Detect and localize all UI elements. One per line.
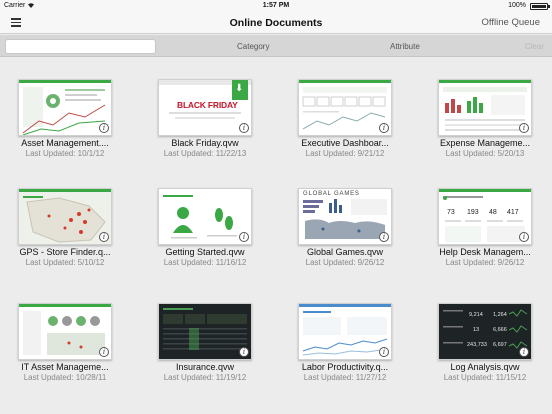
info-icon[interactable]: i xyxy=(519,232,529,242)
document-name: Black Friday.qvw xyxy=(171,138,239,148)
document-last-updated: Last Updated: 5/20/13 xyxy=(445,149,525,158)
info-icon[interactable]: i xyxy=(239,347,249,357)
clock: 1:57 PM xyxy=(262,2,290,9)
document-last-updated: Last Updated: 11/15/12 xyxy=(443,373,527,382)
svg-text:243,733: 243,733 xyxy=(467,342,487,348)
info-icon[interactable]: i xyxy=(379,347,389,357)
document-tile[interactable]: i Asset Management.... Last Updated: 10/1/… xyxy=(6,79,136,165)
document-tile[interactable]: i Labor Productivity.q... Last Updated: 11… xyxy=(286,303,416,389)
svg-text:1,264: 1,264 xyxy=(493,312,507,318)
info-icon[interactable]: i xyxy=(99,123,109,133)
document-name: Labor Productivity.q... xyxy=(301,362,389,372)
document-thumbnail[interactable]: 9,214 1,264 13 6,666 243,733 6,697 i xyxy=(438,303,532,360)
document-last-updated: Last Updated: 9/21/12 xyxy=(305,149,385,158)
svg-text:193: 193 xyxy=(467,209,479,216)
document-name: Log Analysis.qvw xyxy=(450,362,520,372)
battery-icon xyxy=(530,3,550,10)
document-thumbnail[interactable]: i xyxy=(298,303,392,360)
document-tile[interactable]: 9,214 1,264 13 6,666 243,733 6,697 i Log Analys… xyxy=(426,303,552,389)
document-thumbnail[interactable]: 73 193 48 417 i xyxy=(438,188,532,245)
document-name: IT Asset Manageme... xyxy=(21,362,109,372)
svg-text:13: 13 xyxy=(473,327,479,333)
svg-text:6,697: 6,697 xyxy=(493,342,507,348)
document-thumbnail[interactable]: BLACK FRIDAY i xyxy=(158,79,252,136)
document-tile[interactable]: GLOBAL GAMES i Global Games.qvw Last Update… xyxy=(286,188,416,274)
document-name: GPS - Store Finder.q... xyxy=(19,247,111,257)
document-tile[interactable]: 73 193 48 417 i Help Desk Managem... Last Upda… xyxy=(426,188,552,274)
info-icon[interactable]: i xyxy=(239,123,249,133)
info-icon[interactable]: i xyxy=(379,232,389,242)
document-name: Global Games.qvw xyxy=(306,247,384,257)
document-thumbnail[interactable]: i xyxy=(298,79,392,136)
document-last-updated: Last Updated: 10/1/12 xyxy=(25,149,105,158)
document-last-updated: Last Updated: 9/26/12 xyxy=(445,258,525,267)
document-last-updated: Last Updated: 10/28/11 xyxy=(23,373,107,382)
document-name: Getting Started.qvw xyxy=(165,247,245,257)
document-name: Asset Management.... xyxy=(21,138,109,148)
document-last-updated: Last Updated: 11/19/12 xyxy=(163,373,247,382)
search-input[interactable] xyxy=(5,39,156,54)
svg-text:6,666: 6,666 xyxy=(493,327,507,333)
document-tile[interactable]: i IT Asset Manageme... Last Updated: 10/28… xyxy=(6,303,136,389)
document-last-updated: Last Updated: 9/26/12 xyxy=(305,258,385,267)
document-thumbnail[interactable]: i xyxy=(18,188,112,245)
svg-text:48: 48 xyxy=(489,209,497,216)
document-name: Help Desk Managem... xyxy=(439,247,531,257)
svg-text:9,214: 9,214 xyxy=(469,312,483,318)
nav-bar: Online Documents Offline Queue xyxy=(0,12,552,34)
document-last-updated: Last Updated: 5/10/12 xyxy=(25,258,105,267)
document-thumbnail[interactable]: i xyxy=(158,188,252,245)
info-icon[interactable]: i xyxy=(99,347,109,357)
document-thumbnail[interactable]: i xyxy=(158,303,252,360)
info-icon[interactable]: i xyxy=(99,232,109,242)
document-name: Executive Dashboar... xyxy=(301,138,389,148)
info-icon[interactable]: i xyxy=(379,123,389,133)
info-icon[interactable]: i xyxy=(519,123,529,133)
clear-button[interactable]: Clear xyxy=(525,42,544,51)
info-icon[interactable]: i xyxy=(519,347,529,357)
document-thumbnail[interactable]: i xyxy=(18,79,112,136)
document-tile[interactable]: i GPS - Store Finder.q... Last Updated: 5/… xyxy=(6,188,136,274)
document-grid: i Asset Management.... Last Updated: 10/1/… xyxy=(0,57,552,414)
document-last-updated: Last Updated: 11/16/12 xyxy=(163,258,247,267)
attribute-filter-button[interactable]: Attribute xyxy=(390,42,420,51)
offline-queue-button[interactable]: Offline Queue xyxy=(482,17,540,28)
category-filter-button[interactable]: Category xyxy=(237,42,269,51)
info-icon[interactable]: i xyxy=(239,232,249,242)
document-name: Expense Manageme... xyxy=(439,138,531,148)
document-last-updated: Last Updated: 11/22/13 xyxy=(163,149,247,158)
svg-text:73: 73 xyxy=(447,209,455,216)
status-bar: Carrier 1:57 PM 100% xyxy=(0,0,552,12)
document-tile[interactable]: i Executive Dashboar... Last Updated: 9/21… xyxy=(286,79,416,165)
svg-text:417: 417 xyxy=(507,209,519,216)
document-name: Insurance.qvw xyxy=(175,362,235,372)
document-thumbnail[interactable]: i xyxy=(18,303,112,360)
document-thumbnail[interactable]: GLOBAL GAMES i xyxy=(298,188,392,245)
document-tile[interactable]: BLACK FRIDAY iBlack Friday.qvwLast Update… xyxy=(146,79,276,165)
battery-percent: 100% xyxy=(508,2,526,9)
thumbnail-title: BLACK FRIDAY xyxy=(177,100,238,110)
document-tile[interactable]: i Expense Manageme... Last Updated: 5/20/1… xyxy=(426,79,552,165)
page-title: Online Documents xyxy=(229,17,323,29)
download-icon[interactable] xyxy=(232,80,248,100)
document-tile[interactable]: i Insurance.qvw Last Updated: 11/19/12 xyxy=(146,303,276,389)
document-last-updated: Last Updated: 11/27/12 xyxy=(303,373,387,382)
document-thumbnail[interactable]: i xyxy=(438,79,532,136)
filter-bar: Category Attribute Clear xyxy=(0,35,552,57)
document-tile[interactable]: i Getting Started.qvw Last Updated: 11/16/… xyxy=(146,188,276,274)
